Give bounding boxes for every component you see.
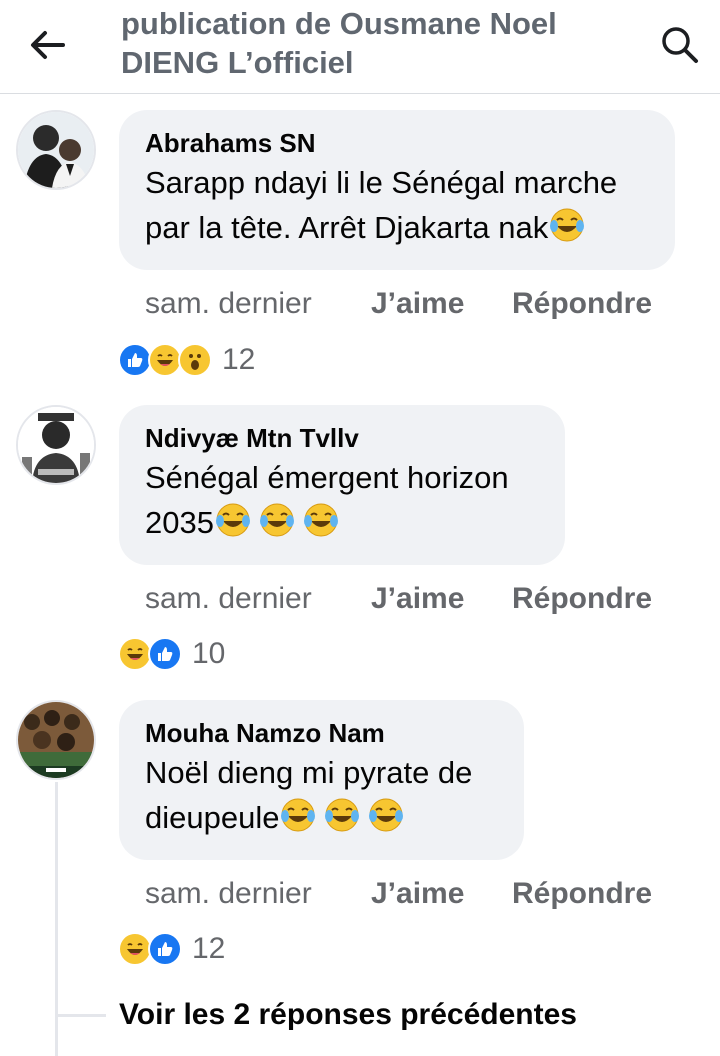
tears-of-joy-emoji-icon [548,206,586,256]
reaction-summary[interactable]: 10 [118,634,225,674]
haha-icon [148,343,182,377]
comment-bubble[interactable]: Ndivyæ Mtn Tvllv Sénégal émergent horizo… [119,405,565,565]
like-button[interactable]: J’aime [371,287,464,321]
reply-button[interactable]: Répondre [512,877,652,911]
comment-text-line1: Sénégal émergent horizon [145,460,509,495]
like-icon [148,637,182,671]
page-title-line2: DIENG L’officiel [121,45,354,80]
comment-timestamp[interactable]: sam. dernier [145,582,312,616]
comment-timestamp[interactable]: sam. dernier [145,877,312,911]
search-icon [662,27,698,63]
comment-text-line2: dieupeule [145,800,280,835]
comment-author[interactable]: Ndivyæ Mtn Tvllv [145,421,537,455]
tears-of-joy-emoji-icon [323,796,361,846]
comment-text-line1: Noël dieng mi pyrate de [145,755,473,790]
reply-button[interactable]: Répondre [512,287,652,321]
search-button[interactable] [655,22,705,68]
page-title-line1: publication de Ousmane Noel [121,6,557,41]
comment-author[interactable]: Mouha Namzo Nam [145,716,496,750]
tears-of-joy-emoji-icon [258,501,296,551]
avatar[interactable] [16,700,96,780]
comment-text-line2: 2035 [145,505,214,540]
app-header: publication de Ousmane Noel DIENG L’offi… [0,0,720,94]
like-button[interactable]: J’aime [371,877,464,911]
arrow-left-icon [31,31,65,59]
comment-bubble[interactable]: Mouha Namzo Nam Noël dieng mi pyrate de … [119,700,524,860]
back-button[interactable] [22,22,72,68]
comment-text-line1: Sarapp ndayi li le Sénégal marche [145,165,618,200]
reaction-count: 10 [192,637,226,670]
comment-text-line2: par la tête. Arrêt Djakarta nak [145,210,549,245]
like-icon [118,343,152,377]
tears-of-joy-emoji-icon [302,501,340,551]
see-previous-replies-link[interactable]: Voir les 2 réponses précédentes [119,998,577,1032]
avatar[interactable] [16,405,96,485]
tears-of-joy-emoji-icon [279,796,317,846]
haha-icon [118,932,152,966]
wow-icon [178,343,212,377]
reaction-count: 12 [222,343,256,376]
comment-timestamp[interactable]: sam. dernier [145,287,312,321]
avatar[interactable] [16,110,96,190]
reaction-summary[interactable]: 12 [118,340,255,380]
reply-button[interactable]: Répondre [512,582,652,616]
comment-bubble[interactable]: Abrahams SN Sarapp ndayi li le Sénégal m… [119,110,675,270]
like-button[interactable]: J’aime [371,582,464,616]
page-title: publication de Ousmane Noel DIENG L’offi… [121,4,641,82]
comment-author[interactable]: Abrahams SN [145,126,647,160]
like-icon [148,932,182,966]
haha-icon [118,637,152,671]
tears-of-joy-emoji-icon [214,501,252,551]
reaction-summary[interactable]: 12 [118,929,225,969]
reaction-count: 12 [192,932,226,965]
tears-of-joy-emoji-icon [367,796,405,846]
reply-thread-branch [58,1014,106,1017]
